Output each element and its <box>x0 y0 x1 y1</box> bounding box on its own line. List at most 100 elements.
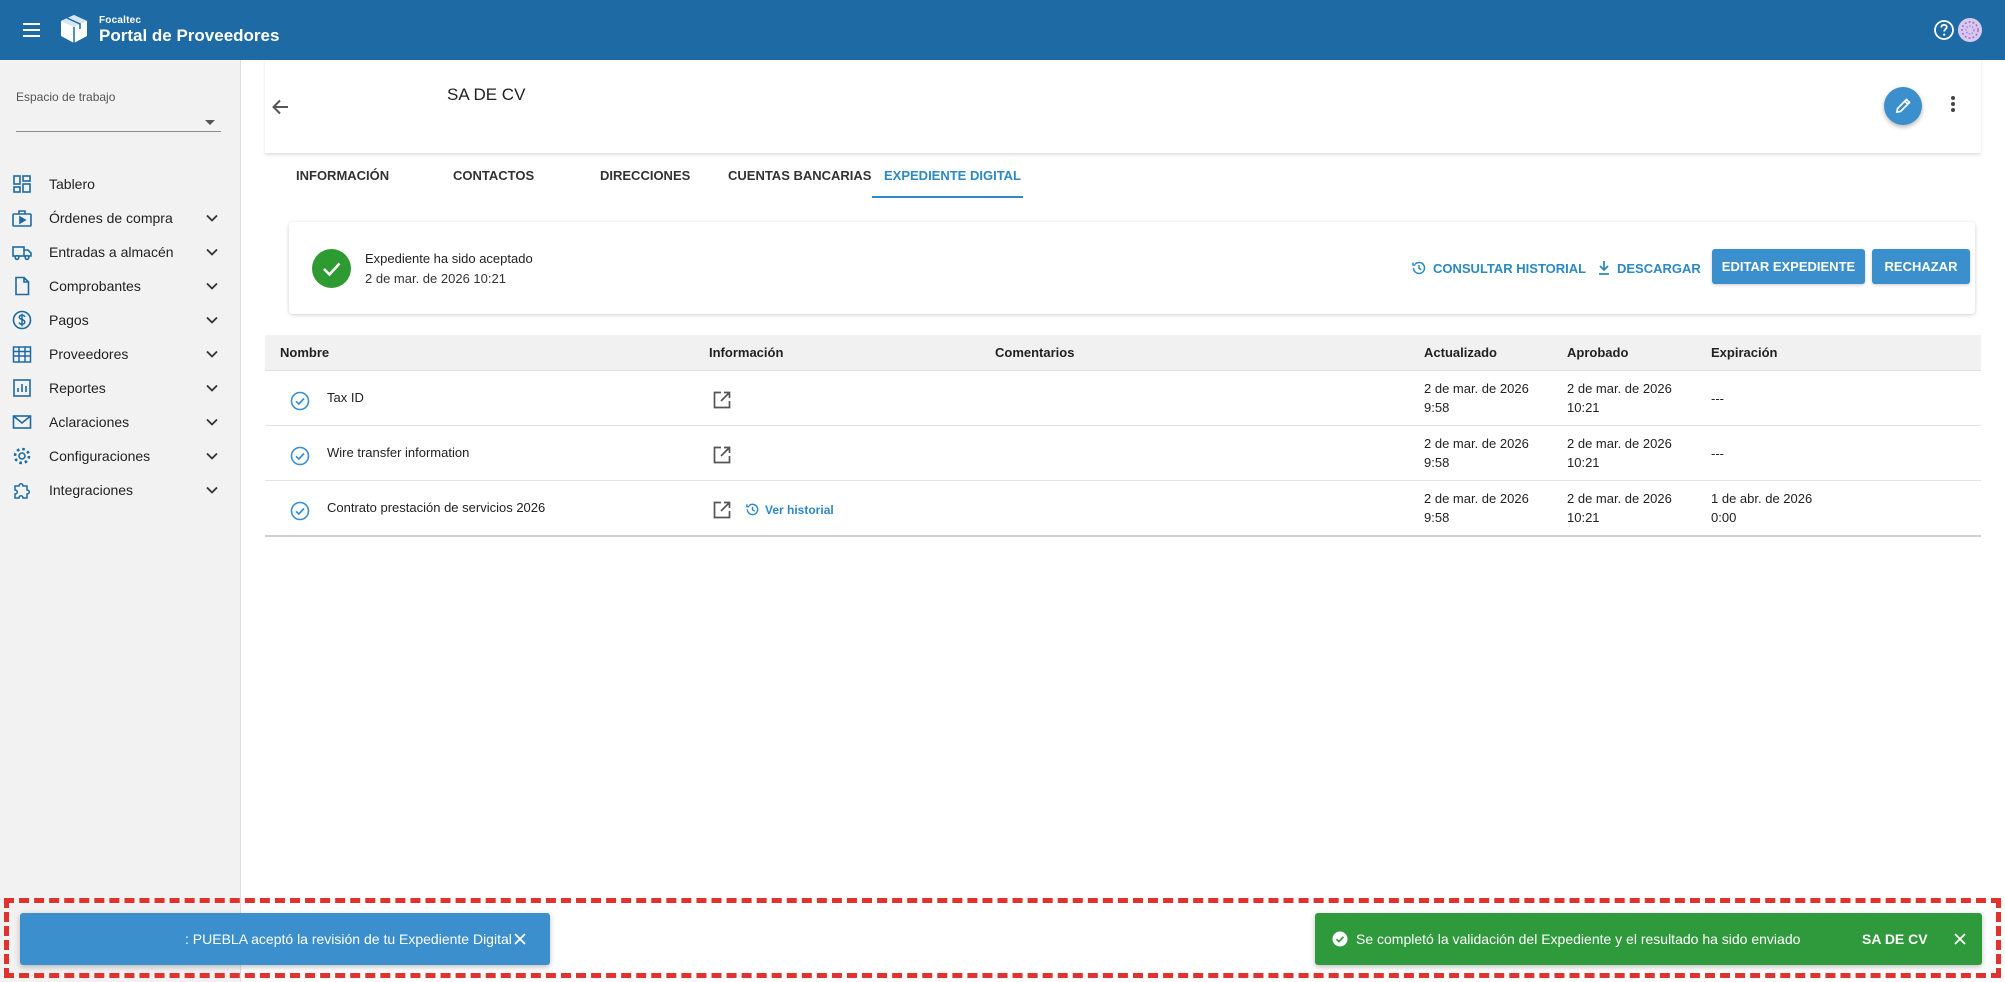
sidebar-item-ordenes-de-compra[interactable]: Órdenes de compra <box>0 201 240 235</box>
open-in-new-icon[interactable] <box>711 444 733 466</box>
tab-direcciones[interactable]: DIRECCIONES <box>600 154 690 198</box>
updated-time: 9:58 <box>1424 400 1450 415</box>
tab-informacion[interactable]: INFORMACIÓN <box>296 154 389 198</box>
dashboard-icon <box>13 175 31 193</box>
open-in-new-icon[interactable] <box>711 499 733 521</box>
ver-historial-label: Ver historial <box>765 502 834 517</box>
check-circle-icon <box>290 501 310 521</box>
brand: Focaltec Portal de Proveedores <box>99 15 279 46</box>
success-toast-message: Se completó la validación del Expediente… <box>1356 931 1801 947</box>
building-icon <box>12 346 32 363</box>
sidebar-item-proveedores[interactable]: Proveedores <box>0 337 240 371</box>
success-toast: Se completó la validación del Expediente… <box>1315 913 1982 965</box>
sidebar-item-configuraciones[interactable]: Configuraciones <box>0 439 240 473</box>
approved-date: 2 de mar. de 2026 <box>1567 381 1672 396</box>
back-arrow-icon[interactable] <box>268 94 294 120</box>
sidebar-item-label: Proveedores <box>49 346 129 362</box>
active-tab-indicator <box>872 196 1023 198</box>
close-icon[interactable] <box>512 931 528 947</box>
approved-time: 10:21 <box>1567 510 1600 525</box>
rechazar-button[interactable]: RECHAZAR <box>1872 249 1970 284</box>
updated-date: 2 de mar. de 2026 <box>1424 381 1529 396</box>
brand-title: Portal de Proveedores <box>99 26 280 45</box>
success-toast-action[interactable]: SA DE CV <box>1862 931 1928 947</box>
table-row: Wire transfer information 2 de mar. de 2… <box>265 426 1981 481</box>
download-icon <box>1599 261 1609 275</box>
document-name: Tax ID <box>327 390 364 405</box>
column-header-actualizado: Actualizado <box>1424 345 1497 360</box>
table-row: Contrato prestación de servicios 2026 Ve… <box>265 481 1981 537</box>
sidebar: Espacio de trabajo Tablero Órdenes de co… <box>0 60 241 982</box>
editar-expediente-button[interactable]: EDITAR EXPEDIENTE <box>1712 249 1865 284</box>
table-header: Nombre Información Comentarios Actualiza… <box>265 335 1981 371</box>
sidebar-item-label: Entradas a almacén <box>49 244 174 260</box>
status-title: Expediente ha sido aceptado <box>365 251 533 266</box>
approved-date: 2 de mar. de 2026 <box>1567 436 1672 451</box>
sidebar-item-pagos[interactable]: Pagos <box>0 303 240 337</box>
updated-date: 2 de mar. de 2026 <box>1424 436 1529 451</box>
chevron-down-icon <box>206 384 218 392</box>
sidebar-item-label: Tablero <box>49 176 95 192</box>
chevron-down-icon <box>206 248 218 256</box>
updated-time: 9:58 <box>1424 455 1450 470</box>
sidebar-item-aclaraciones[interactable]: Aclaraciones <box>0 405 240 439</box>
pencil-icon <box>1895 98 1911 114</box>
history-icon <box>1412 261 1426 275</box>
info-toast: : PUEBLA aceptó la revisión de tu Expedi… <box>20 913 550 965</box>
tab-cuentas-bancarias[interactable]: CUENTAS BANCARIAS <box>728 154 871 198</box>
column-header-comentarios: Comentarios <box>995 345 1075 360</box>
document-icon <box>15 276 30 296</box>
approved-time: 10:21 <box>1567 400 1600 415</box>
expiration-value: --- <box>1711 391 1724 406</box>
descargar-button[interactable]: DESCARGAR <box>1597 258 1701 278</box>
more-vert-icon[interactable] <box>1945 94 1961 118</box>
sidebar-item-label: Órdenes de compra <box>49 210 173 226</box>
sidebar-item-integraciones[interactable]: Integraciones <box>0 473 240 507</box>
open-in-new-icon[interactable] <box>711 389 733 411</box>
accepted-status-icon <box>312 249 351 288</box>
sidebar-item-label: Pagos <box>49 312 89 328</box>
user-avatar[interactable] <box>1958 18 1982 42</box>
chevron-down-icon <box>206 418 218 426</box>
column-header-aprobado: Aprobado <box>1567 345 1629 360</box>
report-icon <box>13 379 31 397</box>
chevron-down-icon <box>206 214 218 222</box>
hamburger-menu-icon[interactable] <box>20 17 46 43</box>
table-row: Tax ID 2 de mar. de 2026 9:58 2 de mar. … <box>265 371 1981 426</box>
workspace-select[interactable] <box>16 108 221 132</box>
check-circle-icon <box>1332 931 1348 947</box>
document-name: Wire transfer information <box>327 445 470 460</box>
dollar-icon <box>12 310 32 330</box>
ver-historial-link[interactable]: Ver historial <box>745 502 834 517</box>
check-icon <box>323 262 341 277</box>
sidebar-item-reportes[interactable]: Reportes <box>0 371 240 405</box>
approved-time: 10:21 <box>1567 455 1600 470</box>
page-header-card <box>265 60 1981 154</box>
document-name: Contrato prestación de servicios 2026 <box>327 500 546 515</box>
edit-fab-button[interactable] <box>1884 87 1922 125</box>
expiration-date: 1 de abr. de 2026 <box>1711 491 1813 506</box>
truck-icon <box>12 246 32 261</box>
sidebar-item-label: Comprobantes <box>49 278 141 294</box>
tab-contactos[interactable]: CONTACTOS <box>453 154 534 198</box>
close-icon[interactable] <box>1952 931 1968 947</box>
help-icon[interactable] <box>1933 19 1955 41</box>
chevron-down-icon <box>206 452 218 460</box>
sidebar-item-label: Integraciones <box>49 482 134 498</box>
purchase-orders-icon <box>12 210 32 227</box>
dropdown-caret-icon <box>205 120 215 125</box>
check-circle-icon <box>290 446 310 466</box>
sidebar-item-label: Aclaraciones <box>49 414 130 430</box>
page-title: SA DE CV <box>447 85 526 104</box>
consultar-historial-button[interactable]: CONSULTAR HISTORIAL <box>1411 258 1586 278</box>
tab-expediente-digital[interactable]: EXPEDIENTE DIGITAL <box>884 154 1021 198</box>
sidebar-item-comprobantes[interactable]: Comprobantes <box>0 269 240 303</box>
logo-icon <box>61 15 87 43</box>
check-circle-icon <box>290 391 310 411</box>
puzzle-icon <box>14 483 30 499</box>
column-header-expiracion: Expiración <box>1711 345 1778 360</box>
sidebar-item-label: Configuraciones <box>49 448 151 464</box>
sidebar-item-entradas-a-almacen[interactable]: Entradas a almacén <box>0 235 240 269</box>
sidebar-item-tablero[interactable]: Tablero <box>0 167 240 201</box>
updated-time: 9:58 <box>1424 510 1450 525</box>
